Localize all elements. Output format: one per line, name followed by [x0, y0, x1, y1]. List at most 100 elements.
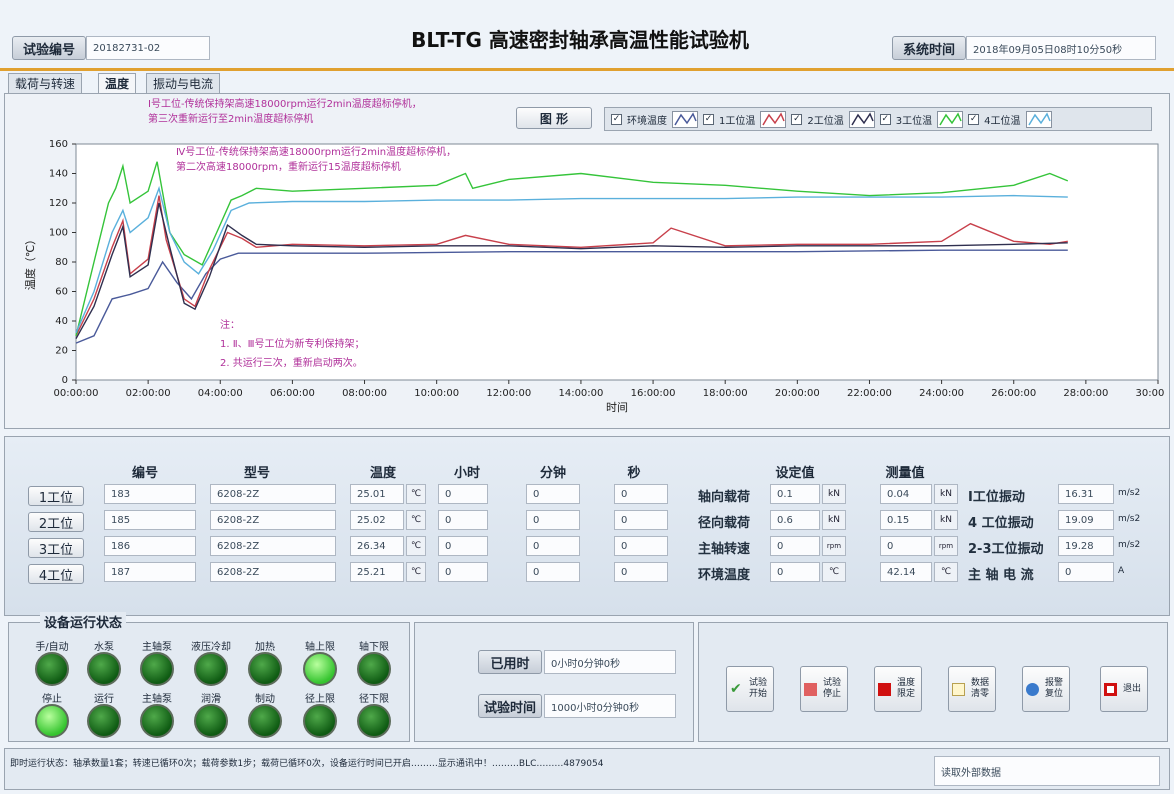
lamp-label-axial-lower: 轴下限	[359, 642, 389, 653]
legend-checkbox-station2[interactable]: ✓	[791, 113, 803, 125]
y-tick-label: 120	[49, 198, 68, 209]
exit-button[interactable]: 退出	[1100, 666, 1148, 712]
legend-swatch-station3[interactable]	[937, 110, 964, 128]
station3-model-field[interactable]: 6208-2Z	[210, 536, 336, 556]
read-external-data[interactable]: 读取外部数据	[934, 756, 1160, 786]
x-tick-label: 30:00:00	[1136, 388, 1165, 399]
station1-model-field[interactable]: 6208-2Z	[210, 484, 336, 504]
tab-vibration-current[interactable]: 振动与电流	[146, 73, 221, 93]
station3-second-field: 0	[614, 536, 668, 556]
x-tick-label: 00:00:00	[54, 388, 99, 399]
x-tick-label: 12:00:00	[486, 388, 531, 399]
lamp-label-lubrication: 润滑	[201, 694, 221, 705]
vib1-label: Ⅰ工位振动	[968, 490, 1025, 505]
y-tick-label: 40	[55, 316, 68, 327]
axial-load-meas-field: 0.04	[880, 484, 932, 504]
station2-button[interactable]: 2工位	[28, 512, 84, 532]
station2-temp-field: 25.02	[350, 510, 404, 530]
x-tick-label: 20:00:00	[775, 388, 820, 399]
lamp-hydraulic-cooling	[194, 652, 228, 686]
check-icon: ✔	[730, 680, 742, 697]
col-header-id: 编号	[131, 466, 158, 481]
radial-load-meas-unit: kN	[934, 510, 958, 530]
spindle-speed-set-field[interactable]: 0	[770, 536, 820, 556]
station2-temp-unit: ℃	[406, 510, 426, 530]
lamp-radial-upper	[303, 704, 337, 738]
station3-button[interactable]: 3工位	[28, 538, 84, 558]
status-title: 设备运行状态	[40, 612, 127, 631]
station4-model-field[interactable]: 6208-2Z	[210, 562, 336, 582]
legend-checkbox-station4[interactable]: ✓	[968, 113, 980, 125]
station1-id-field[interactable]: 183	[104, 484, 196, 504]
temp-limit-button[interactable]: 温度限定	[874, 666, 922, 712]
station4-minute-field: 0	[526, 562, 580, 582]
start-test-button[interactable]: ✔ 试验开始	[726, 666, 774, 712]
x-tick-label: 14:00:00	[558, 388, 603, 399]
graph-button[interactable]: 图 形	[516, 107, 592, 129]
lamp-label-water-pump: 水泵	[94, 642, 114, 653]
legend-checkbox-station1[interactable]: ✓	[703, 113, 714, 125]
y-tick-label: 100	[49, 228, 68, 239]
legend-swatch-station2[interactable]	[848, 110, 875, 128]
ambient-temp-set-field[interactable]: 0	[770, 562, 820, 582]
station2-id-field[interactable]: 185	[104, 510, 196, 530]
lamp-water-pump	[87, 652, 121, 686]
x-tick-label: 24:00:00	[919, 388, 964, 399]
radial-load-set-field[interactable]: 0.6	[770, 510, 820, 530]
annotation-station4-line2: 第二次高速18000rpm，重新运行15温度超标停机	[176, 162, 401, 173]
lamp-spindle-pump-2	[140, 704, 174, 738]
x-tick-label: 08:00:00	[342, 388, 387, 399]
station4-second-field: 0	[614, 562, 668, 582]
legend-swatch-ambient[interactable]	[672, 110, 698, 128]
station3-minute-field: 0	[526, 536, 580, 556]
legend-checkbox-station3[interactable]: ✓	[879, 113, 891, 125]
axial-load-meas-unit: kN	[934, 484, 958, 504]
test-id-field[interactable]: 20182731-02	[86, 36, 210, 60]
station1-temp-field: 25.01	[350, 484, 404, 504]
alarm-reset-label: 报警复位	[1044, 678, 1063, 699]
station2-second-field: 0	[614, 510, 668, 530]
test-id-label: 试验编号	[12, 36, 86, 60]
spindle-speed-label: 主轴转速	[698, 542, 751, 557]
timing-panel	[414, 622, 694, 742]
clear-data-button[interactable]: 数据清零	[948, 666, 996, 712]
tab-temperature[interactable]: 温度	[98, 73, 137, 93]
legend-checkbox-ambient[interactable]: ✓	[611, 113, 622, 125]
test-time-field[interactable]: 1000小时0分钟0秒	[544, 694, 676, 718]
lamp-run	[87, 704, 121, 738]
lamp-spindle-pump	[140, 652, 174, 686]
radial-load-set-unit: kN	[822, 510, 846, 530]
lamp-label-brake: 制动	[255, 694, 275, 705]
vib1-field: 16.31	[1058, 484, 1114, 504]
system-time-label: 系统时间	[892, 36, 966, 60]
lamp-brake	[248, 704, 282, 738]
y-axis-label: 温度（℃）	[23, 234, 37, 290]
exit-label: 退出	[1122, 683, 1141, 694]
legend-swatch-station1[interactable]	[760, 110, 787, 128]
legend-swatch-station4[interactable]	[1025, 110, 1052, 128]
station1-button[interactable]: 1工位	[28, 486, 84, 506]
legend-label-station3: 3工位温	[895, 115, 933, 127]
station3-id-field[interactable]: 186	[104, 536, 196, 556]
used-time-label: 已用时	[478, 650, 542, 674]
lamp-label-radial-lower: 径下限	[359, 694, 389, 705]
lamp-label-run: 运行	[94, 694, 114, 705]
axial-load-set-field[interactable]: 0.1	[770, 484, 820, 504]
col-header-hour: 小时	[453, 466, 480, 481]
station3-hour-field: 0	[438, 536, 488, 556]
station2-model-field[interactable]: 6208-2Z	[210, 510, 336, 530]
station4-hour-field: 0	[438, 562, 488, 582]
vib4-field: 19.09	[1058, 510, 1114, 530]
stop-test-label: 试验停止	[822, 678, 841, 699]
chart-note: 注： 1. Ⅱ、Ⅲ号工位为新专利保持架； 2. 共运行三次，重新启动两次。	[220, 316, 365, 373]
lamp-lubrication	[194, 704, 228, 738]
x-tick-label: 22:00:00	[847, 388, 892, 399]
alarm-reset-button[interactable]: 报警复位	[1022, 666, 1070, 712]
stop-test-button[interactable]: 试验停止	[800, 666, 848, 712]
col-header-setval: 设定值	[775, 466, 815, 481]
lamp-label-axial-upper: 轴上限	[305, 642, 335, 653]
station4-id-field[interactable]: 187	[104, 562, 196, 582]
station4-button[interactable]: 4工位	[28, 564, 84, 584]
col-header-temp: 温度	[369, 466, 396, 481]
tab-load-speed[interactable]: 载荷与转速	[8, 73, 83, 93]
